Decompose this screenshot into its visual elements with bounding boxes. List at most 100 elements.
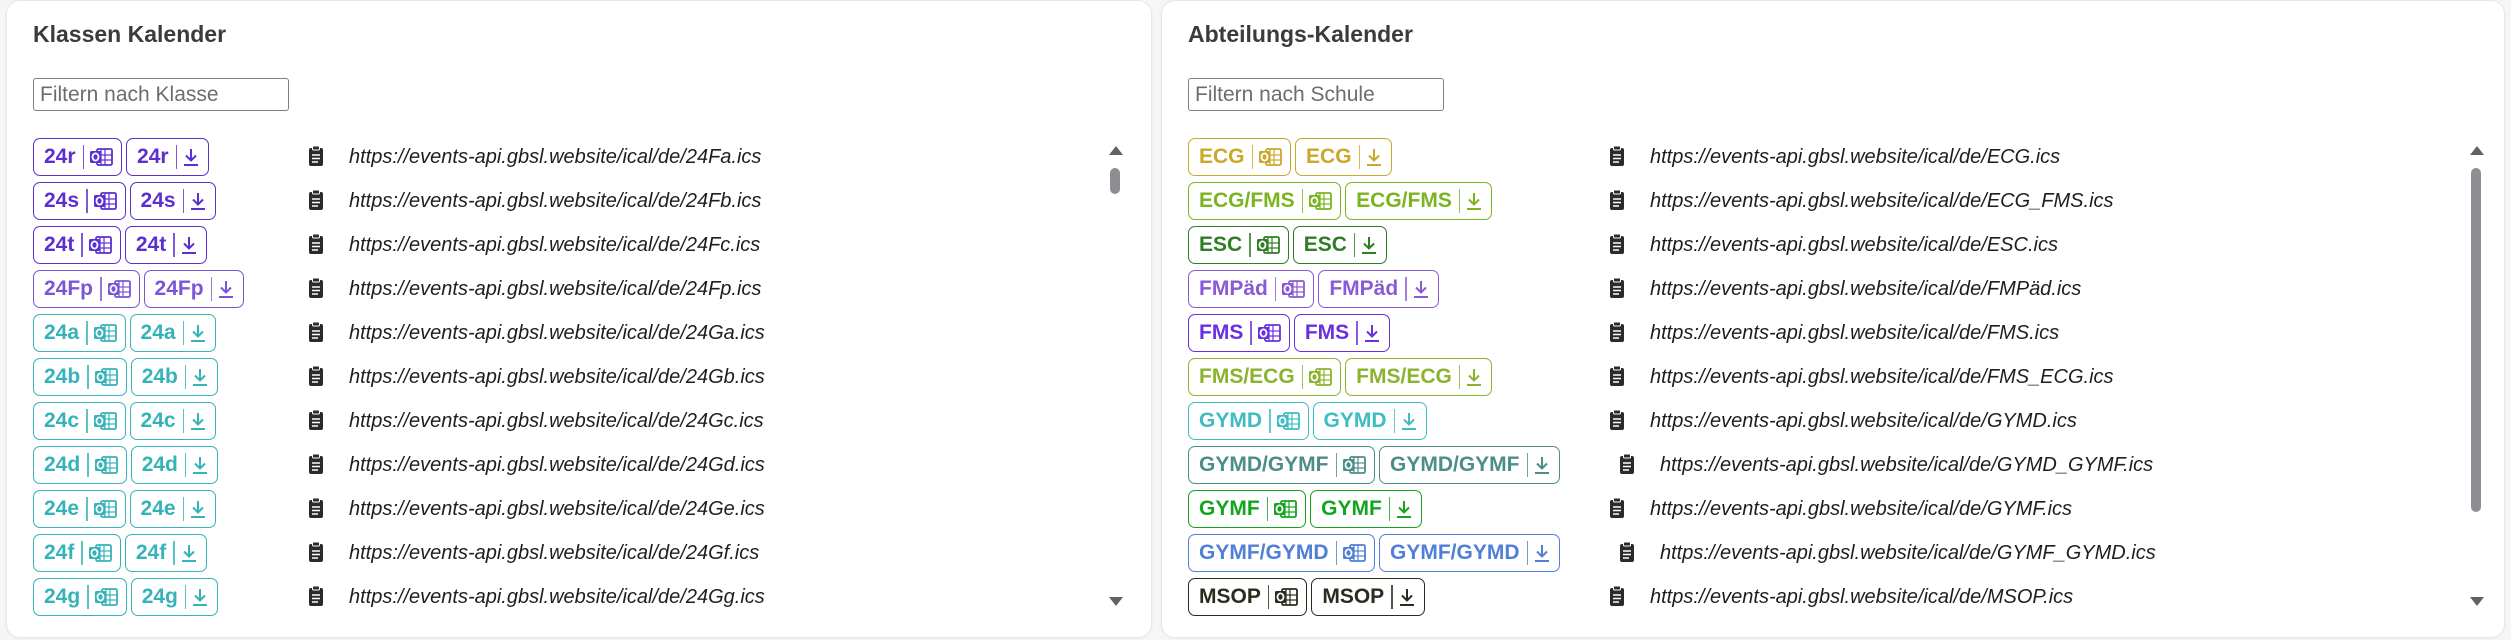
copy-url-icon[interactable] xyxy=(1606,585,1628,609)
outlook-subscribe-button[interactable]: 24r xyxy=(33,138,123,176)
outlook-subscribe-button[interactable]: GYMF xyxy=(1188,490,1307,528)
calendar-label: FMS xyxy=(1199,321,1244,344)
download-ics-button[interactable]: 24Fp xyxy=(143,270,245,308)
divider xyxy=(1405,277,1407,301)
download-ics-button[interactable]: ECG xyxy=(1295,138,1393,176)
download-ics-button[interactable]: 24g xyxy=(130,578,219,616)
calendar-buttons: ECG/FMS ECG/FMS xyxy=(1188,182,1493,220)
copy-url-icon[interactable] xyxy=(1606,321,1628,345)
outlook-subscribe-button[interactable]: 24c xyxy=(33,402,126,440)
outlook-icon xyxy=(1281,279,1306,299)
divider xyxy=(1267,585,1270,609)
calendar-label: ECG xyxy=(1199,145,1245,168)
outlook-subscribe-button[interactable]: ECG xyxy=(1188,138,1292,176)
copy-url-icon[interactable] xyxy=(1606,365,1628,389)
calendar-label: 24b xyxy=(44,365,81,388)
copy-url-icon[interactable] xyxy=(305,145,327,169)
calendar-url: https://events-api.gbsl.website/ical/de/… xyxy=(1650,234,2058,256)
copy-url-icon[interactable] xyxy=(1606,497,1628,521)
scroll-down-arrow[interactable] xyxy=(1109,597,1123,606)
download-ics-button[interactable]: 24d xyxy=(130,446,219,484)
copy-url-icon[interactable] xyxy=(305,365,327,389)
download-ics-button[interactable]: 24f xyxy=(124,534,207,572)
scroll-down-arrow[interactable] xyxy=(2470,597,2484,606)
scrollbar[interactable] xyxy=(2468,146,2484,616)
outlook-subscribe-button[interactable]: GYMD xyxy=(1188,402,1309,440)
divider xyxy=(182,497,185,521)
scroll-up-arrow[interactable] xyxy=(1109,146,1123,155)
class-filter-input[interactable] xyxy=(33,78,289,111)
download-ics-button[interactable]: GYMF xyxy=(1310,490,1423,528)
divider xyxy=(175,145,178,169)
copy-url-icon[interactable] xyxy=(1606,145,1628,169)
outlook-subscribe-button[interactable]: FMS/ECG xyxy=(1188,358,1342,396)
download-ics-button[interactable]: MSOP xyxy=(1311,578,1425,616)
copy-url-icon[interactable] xyxy=(305,585,327,609)
scrollbar[interactable] xyxy=(1107,146,1123,616)
divider xyxy=(86,321,88,345)
outlook-subscribe-button[interactable]: FMPäd xyxy=(1188,270,1315,308)
scrollbar-thumb[interactable] xyxy=(1110,168,1120,194)
download-ics-button[interactable]: GYMF/GYMD xyxy=(1379,534,1560,572)
download-ics-button[interactable]: 24c xyxy=(129,402,217,440)
copy-url-icon[interactable] xyxy=(305,321,327,345)
copy-url-icon[interactable] xyxy=(305,453,327,477)
outlook-subscribe-button[interactable]: FMS xyxy=(1188,314,1290,352)
download-ics-button[interactable]: 24t xyxy=(124,226,207,264)
outlook-subscribe-button[interactable]: 24g xyxy=(33,578,127,616)
download-ics-button[interactable]: 24a xyxy=(129,314,217,352)
calendar-label: 24g xyxy=(44,585,81,608)
calendar-url: https://events-api.gbsl.website/ical/de/… xyxy=(349,190,762,212)
calendar-buttons: 24g 24g xyxy=(33,578,219,616)
outlook-subscribe-button[interactable]: GYMD/GYMF xyxy=(1188,446,1375,484)
outlook-subscribe-button[interactable]: 24d xyxy=(33,446,127,484)
outlook-subscribe-button[interactable]: 24f xyxy=(33,534,121,572)
copy-url-icon[interactable] xyxy=(305,541,327,565)
outlook-subscribe-button[interactable]: 24t xyxy=(33,226,121,264)
outlook-icon xyxy=(1274,587,1299,607)
outlook-subscribe-button[interactable]: 24b xyxy=(33,358,127,396)
copy-url-icon[interactable] xyxy=(305,497,327,521)
divider xyxy=(100,277,102,301)
download-ics-button[interactable]: 24r xyxy=(126,138,210,176)
download-ics-button[interactable]: GYMD xyxy=(1312,402,1427,440)
calendar-buttons: 24d 24d xyxy=(33,446,219,484)
outlook-subscribe-button[interactable]: 24Fp xyxy=(33,270,140,308)
scroll-up-arrow[interactable] xyxy=(2470,146,2484,155)
download-ics-button[interactable]: FMS/ECG xyxy=(1345,358,1493,396)
download-ics-button[interactable]: 24s xyxy=(129,182,217,220)
outlook-subscribe-button[interactable]: 24s xyxy=(33,182,126,220)
school-filter-input[interactable] xyxy=(1188,78,1444,111)
download-ics-button[interactable]: FMS xyxy=(1293,314,1390,352)
copy-url-icon[interactable] xyxy=(1606,233,1628,257)
download-ics-button[interactable]: ESC xyxy=(1292,226,1388,264)
copy-url-icon[interactable] xyxy=(305,277,327,301)
copy-url-icon[interactable] xyxy=(1606,189,1628,213)
download-ics-button[interactable]: FMPäd xyxy=(1318,270,1439,308)
download-ics-button[interactable]: 24b xyxy=(130,358,219,396)
scrollbar-thumb[interactable] xyxy=(2471,168,2481,512)
download-ics-button[interactable]: GYMD/GYMF xyxy=(1379,446,1560,484)
panel-title: Abteilungs-Kalender xyxy=(1188,21,1413,47)
copy-url-icon[interactable] xyxy=(305,409,327,433)
calendar-url: https://events-api.gbsl.website/ical/de/… xyxy=(1650,498,2073,520)
outlook-subscribe-button[interactable]: ESC xyxy=(1188,226,1289,264)
download-icon xyxy=(191,455,209,475)
outlook-subscribe-button[interactable]: 24a xyxy=(33,314,126,352)
download-ics-button[interactable]: 24e xyxy=(129,490,217,528)
calendar-label: GYMF xyxy=(1321,497,1382,520)
outlook-subscribe-button[interactable]: MSOP xyxy=(1188,578,1308,616)
copy-url-icon[interactable] xyxy=(305,233,327,257)
outlook-subscribe-button[interactable]: 24e xyxy=(33,490,126,528)
calendar-url: https://events-api.gbsl.website/ical/de/… xyxy=(349,366,765,388)
outlook-subscribe-button[interactable]: GYMF/GYMD xyxy=(1188,534,1375,572)
copy-url-icon[interactable] xyxy=(1616,453,1638,477)
calendar-url: https://events-api.gbsl.website/ical/de/… xyxy=(1650,322,2060,344)
copy-url-icon[interactable] xyxy=(1616,541,1638,565)
outlook-subscribe-button[interactable]: ECG/FMS xyxy=(1188,182,1342,220)
copy-url-icon[interactable] xyxy=(1606,409,1628,433)
divider xyxy=(1249,233,1251,257)
copy-url-icon[interactable] xyxy=(305,189,327,213)
download-ics-button[interactable]: ECG/FMS xyxy=(1345,182,1493,220)
copy-url-icon[interactable] xyxy=(1606,277,1628,301)
